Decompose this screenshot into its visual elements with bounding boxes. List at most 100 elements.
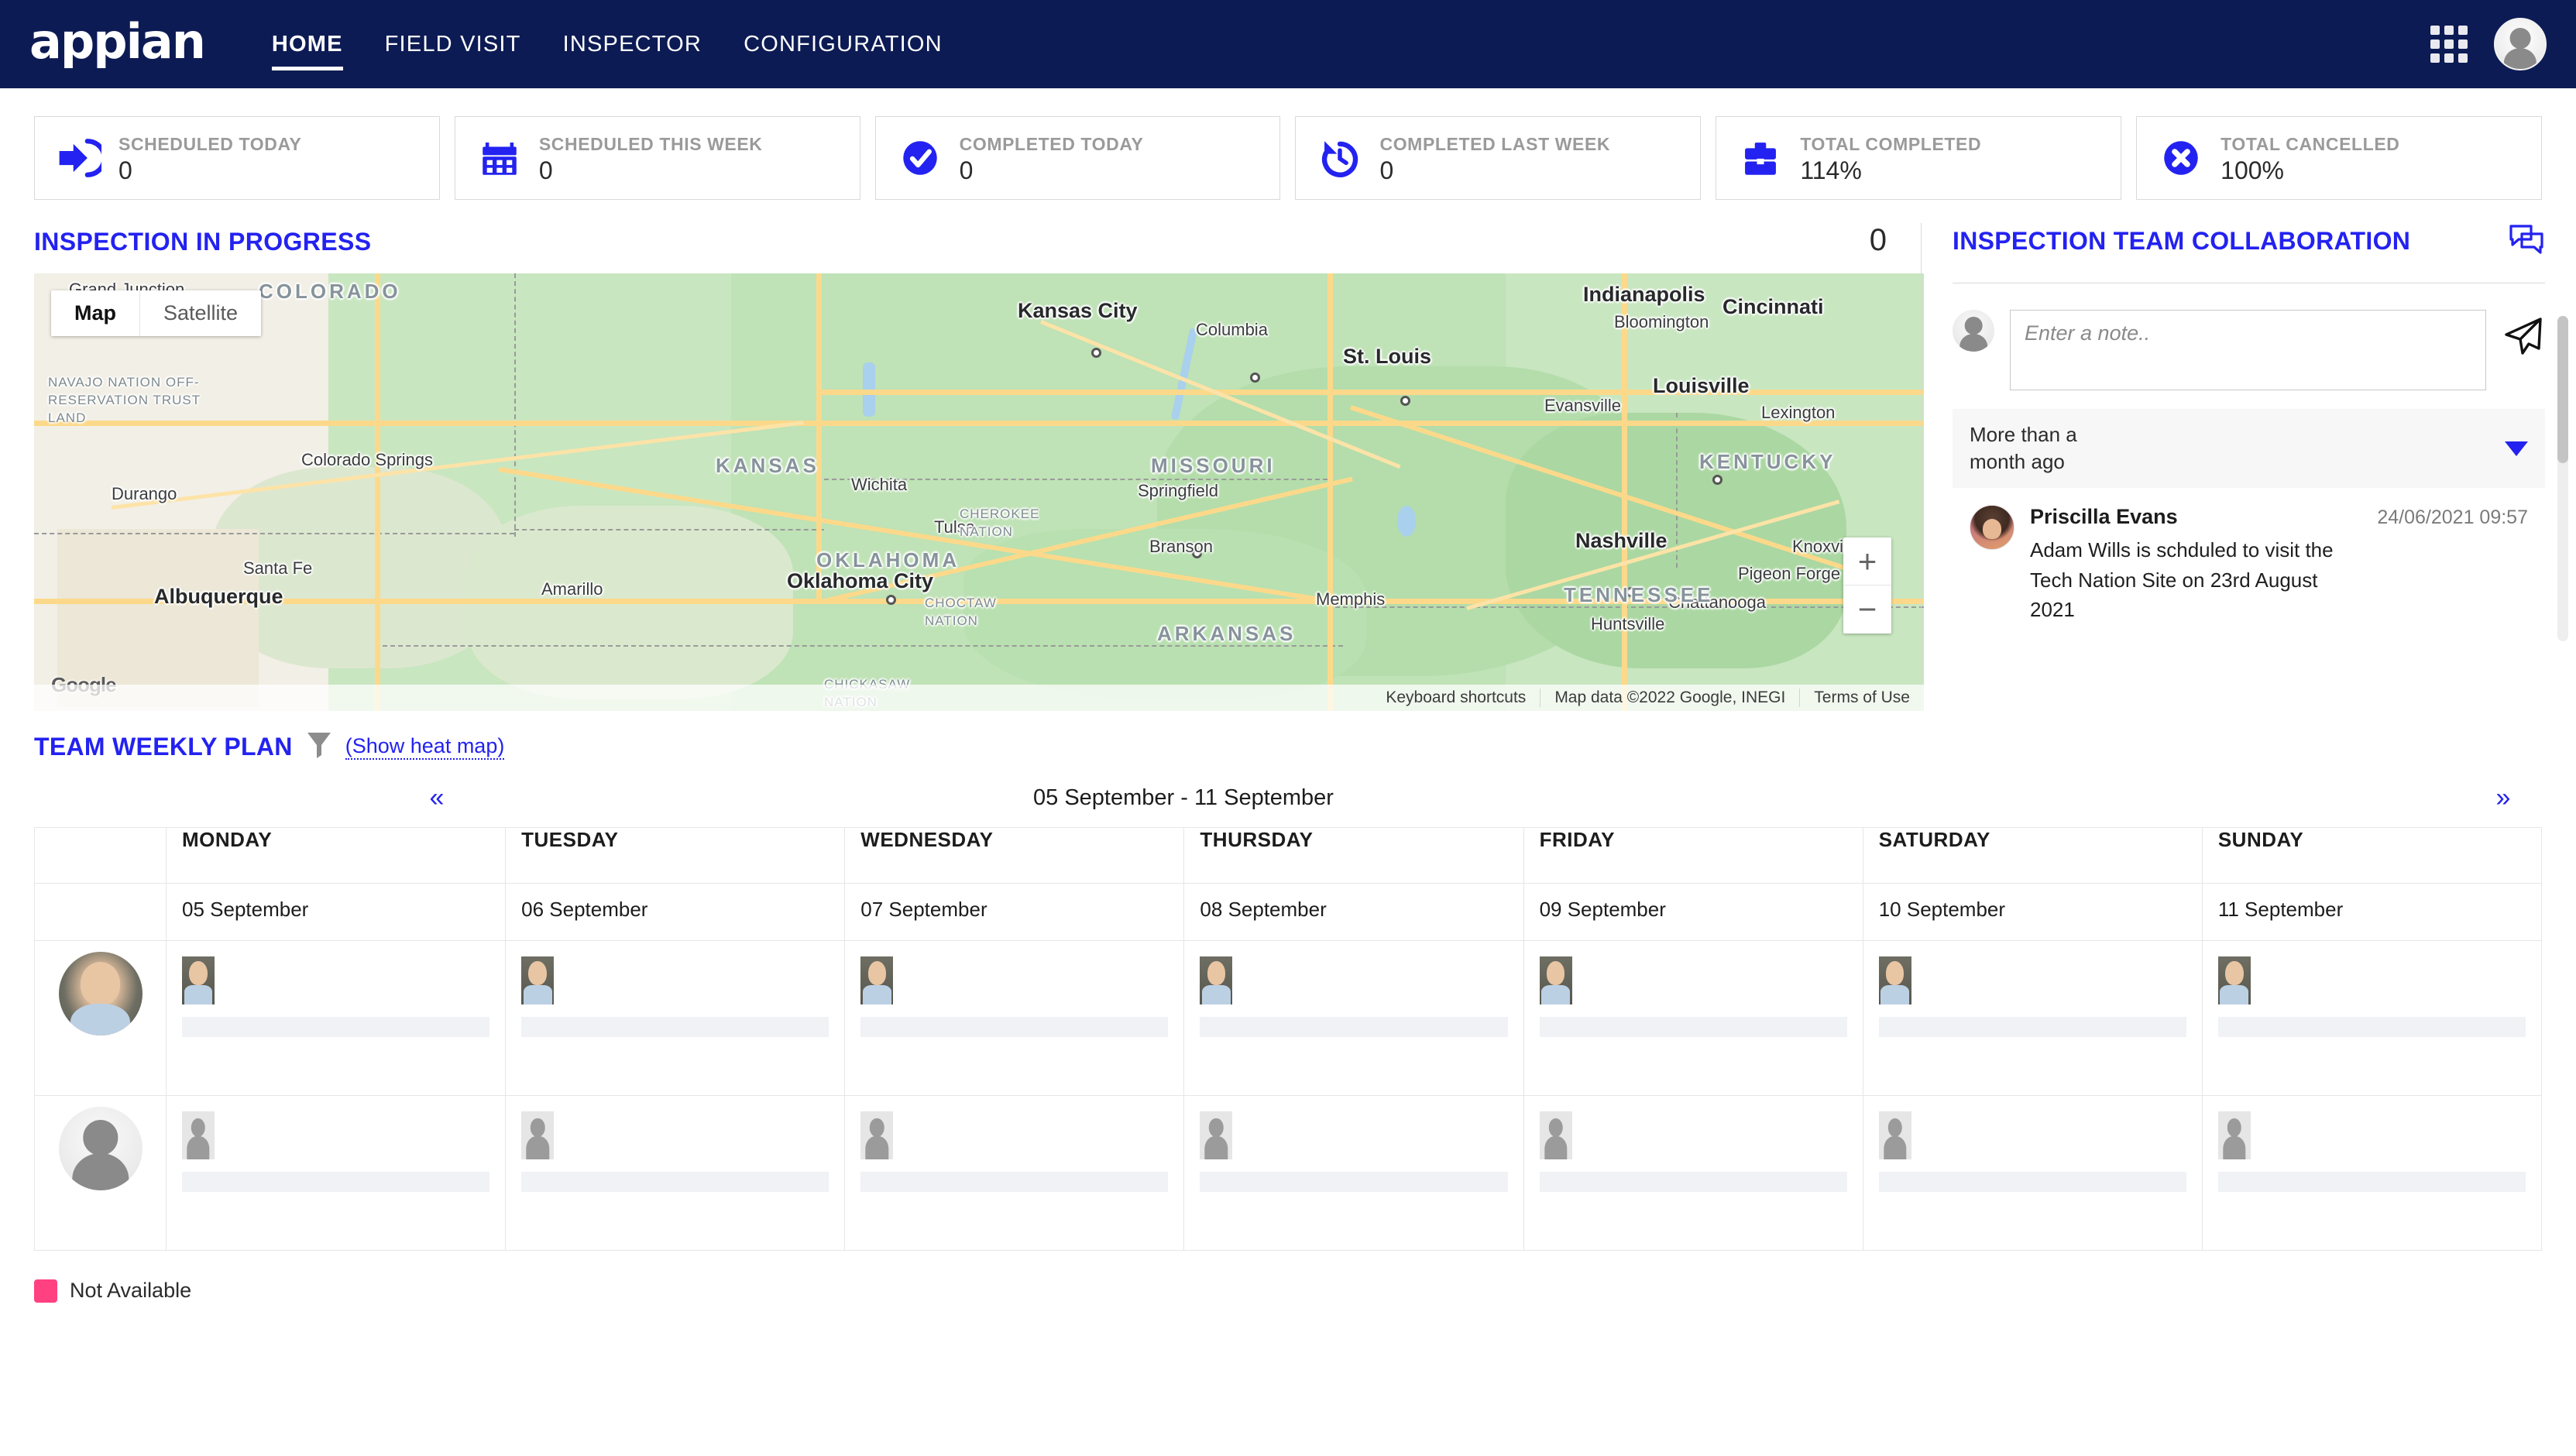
table-row-dates: 05 September 06 September 07 September 0… [34, 883, 2543, 941]
map-label-colorado-springs: Colorado Springs [301, 450, 433, 469]
map-label-st-louis: St. Louis [1343, 345, 1431, 368]
team-weekly-plan-title: TEAM WEEKLY PLAN [34, 733, 293, 761]
mini-avatar-icon [182, 956, 215, 1004]
map-label-nashville: Nashville [1575, 529, 1668, 552]
map-label-state-missouri: MISSOURI [1151, 454, 1276, 477]
terms-of-use-link[interactable]: Terms of Use [1799, 689, 1924, 707]
map-label-bloomington: Bloomington [1614, 312, 1709, 331]
availability-bar [2217, 1017, 2526, 1037]
mini-avatar-icon [1200, 956, 1233, 1004]
map-label-state-kentucky: KENTUCKY [1699, 450, 1836, 473]
kpi-card-total-cancelled[interactable]: TOTAL CANCELLED 100% [2136, 116, 2542, 200]
kpi-value: 0 [959, 156, 974, 184]
plan-cell[interactable] [1862, 1095, 2203, 1251]
map-label-state-oklahoma: OKLAHOMA [816, 548, 960, 572]
history-clock-icon [1317, 136, 1362, 180]
plan-cell[interactable] [165, 940, 507, 1096]
kpi-value: 0 [1379, 156, 1394, 184]
inspection-map[interactable]: Kansas City Columbia St. Louis Indianapo… [34, 273, 1924, 711]
plan-cell[interactable] [2201, 1095, 2543, 1251]
kpi-card-completed-last-week[interactable]: COMPLETED LAST WEEK 0 [1295, 116, 1702, 200]
mini-avatar-icon [1539, 956, 1572, 1004]
map-type-map-button[interactable]: Map [51, 290, 140, 336]
date-cell-thursday: 08 September [1183, 883, 1524, 941]
plan-cell[interactable] [1862, 940, 2203, 1096]
note-input[interactable] [2010, 310, 2486, 390]
map-label-state-tennessee: TENNESSEE [1564, 583, 1714, 606]
map-label-lexington: Lexington [1761, 403, 1836, 422]
appian-logo[interactable]: appian [29, 18, 206, 66]
comment-group-header[interactable]: More than a month ago [1953, 409, 2545, 489]
week-range-label: 05 September - 11 September [1033, 785, 1334, 810]
kpi-card-scheduled-today[interactable]: SCHEDULED TODAY 0 [34, 116, 440, 200]
zoom-in-icon[interactable]: + [1843, 537, 1891, 585]
send-paper-plane-icon[interactable] [2502, 310, 2545, 362]
kpi-card-completed-today[interactable]: COMPLETED TODAY 0 [874, 116, 1281, 200]
chevron-down-icon[interactable] [2505, 441, 2528, 456]
date-cell-wednesday: 07 September [844, 883, 1185, 941]
kpi-card-total-completed[interactable]: TOTAL COMPLETED 114% [1716, 116, 2122, 200]
availability-bar [1539, 1172, 1847, 1192]
show-heat-map-link[interactable]: (Show heat map) [345, 734, 505, 760]
funnel-filter-icon[interactable] [307, 731, 331, 763]
nav-item-home[interactable]: HOME [251, 32, 364, 70]
map-label-columbia: Columbia [1196, 320, 1268, 339]
kpi-label: SCHEDULED THIS WEEK [538, 133, 763, 154]
inspection-in-progress-panel: INSPECTION IN PROGRESS 0 Kansas City Col… [0, 223, 1924, 711]
column-header-friday: FRIDAY [1523, 827, 1863, 884]
map-label-santa-fe: Santa Fe [243, 558, 313, 578]
nav-item-configuration[interactable]: CONFIGURATION [723, 32, 963, 57]
current-user-avatar [1953, 310, 1994, 352]
arrow-into-door-icon [57, 136, 101, 180]
plan-cell[interactable] [505, 940, 846, 1096]
map-label-oklahoma-city: Oklahoma City [787, 569, 934, 592]
collaboration-title: INSPECTION TEAM COLLABORATION [1953, 227, 2411, 255]
date-cell-sunday: 11 September [2201, 883, 2543, 941]
previous-week-button[interactable]: « [414, 783, 460, 813]
plan-cell[interactable] [1523, 940, 1863, 1096]
keyboard-shortcuts-link[interactable]: Keyboard shortcuts [1372, 689, 1540, 707]
map-zoom-controls[interactable]: + − [1843, 537, 1891, 634]
plan-cell[interactable] [844, 940, 1185, 1096]
plan-cell[interactable] [1183, 1095, 1524, 1251]
kpi-label: TOTAL CANCELLED [2221, 133, 2400, 154]
map-label-amarillo: Amarillo [541, 579, 603, 599]
mini-avatar-icon [1878, 1111, 1911, 1159]
map-canvas: Kansas City Columbia St. Louis Indianapo… [34, 273, 1924, 711]
next-week-button[interactable]: » [2480, 783, 2526, 813]
map-label-state-kansas: KANSAS [716, 454, 819, 477]
mini-avatar-icon [1878, 956, 1911, 1004]
availability-bar [1878, 1017, 2186, 1037]
dashboard-page: appian HOME FIELD VISIT INSPECTOR CONFIG… [0, 0, 2576, 1456]
map-type-switcher[interactable]: Map Satellite [51, 290, 262, 336]
inspector-blank-avatar[interactable] [58, 1107, 143, 1190]
collaboration-scrollbar[interactable] [2557, 316, 2568, 641]
map-type-satellite-button[interactable]: Satellite [140, 290, 262, 336]
chat-bubbles-icon[interactable] [2508, 223, 2545, 259]
plan-cell[interactable] [165, 1095, 507, 1251]
kpi-label: COMPLETED LAST WEEK [1379, 133, 1611, 154]
kpi-card-scheduled-this-week[interactable]: SCHEDULED THIS WEEK 0 [454, 116, 860, 200]
column-header-blank [34, 827, 167, 884]
map-label-state-arkansas: ARKANSAS [1157, 622, 1297, 645]
plan-cell[interactable] [1183, 940, 1524, 1096]
apps-grid-icon[interactable] [2430, 26, 2468, 63]
plan-cell[interactable] [505, 1095, 846, 1251]
mini-avatar-icon [2217, 1111, 2251, 1159]
kpi-card-row: SCHEDULED TODAY 0 SCHEDULED THIS WEEK 0 … [0, 88, 2576, 200]
kpi-value: 114% [1800, 156, 1862, 184]
x-circle-icon [2159, 136, 2203, 180]
mini-avatar-icon [521, 1111, 555, 1159]
map-label-albuquerque: Albuquerque [154, 585, 283, 608]
plan-cell[interactable] [1523, 1095, 1863, 1251]
inspector-photo-avatar[interactable] [58, 952, 143, 1035]
user-avatar[interactable] [2494, 18, 2547, 70]
plan-cell[interactable] [844, 1095, 1185, 1251]
kpi-value: 100% [2221, 156, 2284, 184]
availability-bar [860, 1017, 1169, 1037]
nav-item-inspector[interactable]: INSPECTOR [542, 32, 723, 57]
table-row [34, 1095, 2543, 1251]
plan-cell[interactable] [2201, 940, 2543, 1096]
zoom-out-icon[interactable]: − [1843, 585, 1891, 634]
nav-item-field-visit[interactable]: FIELD VISIT [364, 32, 542, 57]
